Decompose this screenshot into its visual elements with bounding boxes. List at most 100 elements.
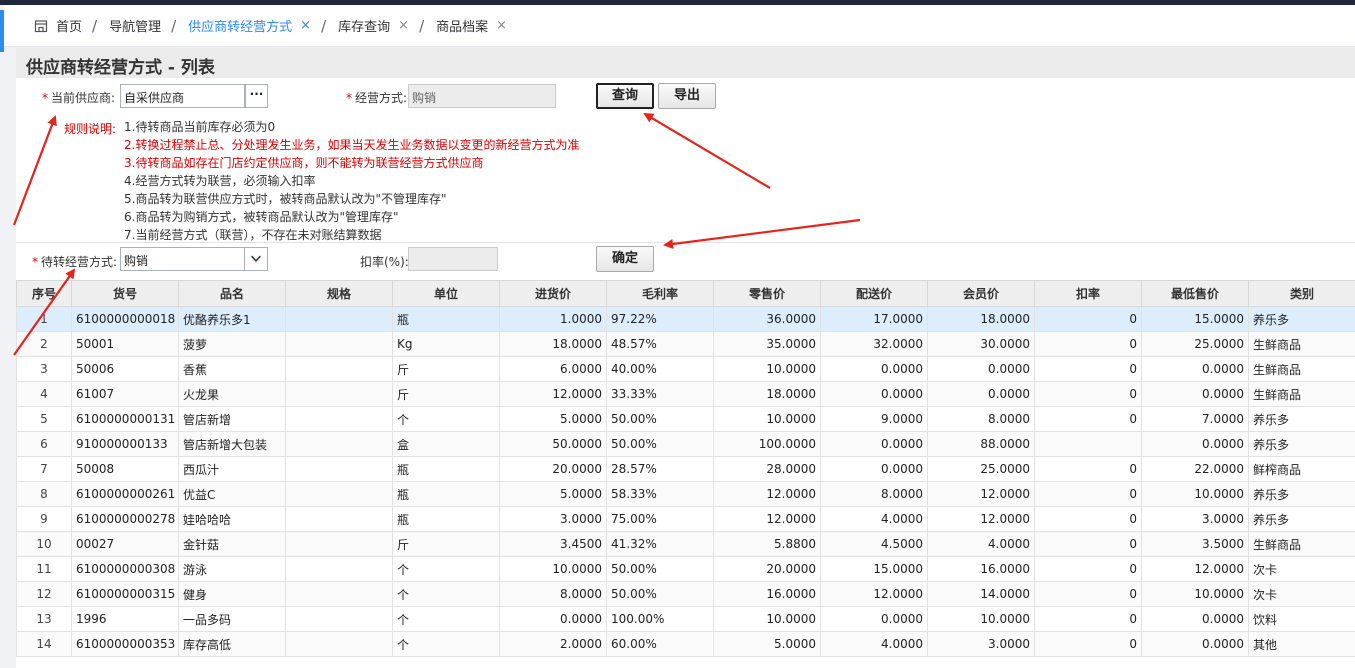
column-header-retail[interactable]: 零售价 (713, 280, 821, 307)
cell-sku: 6100000000315 (71, 581, 179, 607)
column-header-sku[interactable]: 货号 (71, 280, 179, 307)
close-icon[interactable]: × (398, 18, 409, 33)
column-header-category[interactable]: 类别 (1248, 280, 1355, 307)
chevron-down-icon[interactable] (244, 247, 267, 271)
cell-index: 1 (16, 306, 72, 332)
table-row[interactable]: 8 6100000000261 优益C 瓶 5.0000 58.33% 12.0000 8.0… (16, 481, 1355, 507)
cell-sku: 1996 (71, 606, 179, 632)
table-row[interactable]: 1 6100000000018 优酪养乐多1 瓶 1.0000 97.22% 36.0000… (16, 306, 1355, 332)
cell-category: 次卡 (1248, 556, 1355, 582)
confirm-button[interactable]: 确定 (596, 246, 654, 272)
column-header-index[interactable]: 序号 (16, 280, 72, 307)
cell-index: 8 (16, 481, 72, 507)
required-mark: * (42, 91, 48, 105)
cell-delivery: 9.0000 (820, 406, 928, 432)
cell-name: 库存高低 (178, 631, 286, 657)
table-row[interactable]: 11 6100000000308 游泳 个 10.0000 50.00% 20.0000 15… (16, 556, 1355, 582)
cell-member: 4.0000 (927, 531, 1035, 557)
cell-margin: 28.57% (606, 456, 714, 482)
target-mode-label-wrap: * 待转经营方式: (32, 253, 117, 270)
column-header-cost[interactable]: 进货价 (499, 280, 607, 307)
tab-product-archive[interactable]: 商品档案 × (436, 16, 507, 35)
supplier-input[interactable]: 自采供应商 (120, 84, 245, 108)
cell-sku: 6100000000308 (71, 556, 179, 582)
cell-rate: 0 (1034, 456, 1142, 482)
column-header-member[interactable]: 会员价 (927, 280, 1035, 307)
cell-sku: 6100000000278 (71, 506, 179, 532)
rule-item: 2.转换过程禁止总、分处理发生业务，如果当天发生业务数据以变更的新经营方式为准 (124, 138, 580, 152)
tab-nav-management[interactable]: 导航管理 (109, 16, 161, 35)
ellipsis-icon[interactable]: ··· (245, 84, 268, 108)
tab-inventory-label: 库存查询 (338, 20, 391, 35)
breadcrumb-tabs: 首页 / 导航管理 / 供应商转经营方式 × / 库存查询 × / 商品档案 × (4, 5, 1355, 47)
cell-category: 养乐多 (1248, 506, 1355, 532)
column-header-unit[interactable]: 单位 (392, 280, 500, 307)
table-row[interactable]: 13 1996 一品多码个 0.0000 100.00% 10.0000 0.0000 10.… (16, 606, 1355, 632)
cell-retail: 18.0000 (713, 381, 821, 407)
column-header-min-price[interactable]: 最低售价 (1141, 280, 1249, 307)
cell-name: 香蕉 (178, 356, 286, 382)
column-header-rate[interactable]: 扣率 (1034, 280, 1142, 307)
cell-margin: 33.33% (606, 381, 714, 407)
supplier-label: 当前供应商: (51, 91, 116, 105)
close-icon[interactable]: × (300, 18, 311, 33)
cell-cost: 5.0000 (499, 481, 607, 507)
cell-category: 养乐多 (1248, 481, 1355, 507)
column-header-delivery[interactable]: 配送价 (820, 280, 928, 307)
target-mode-select[interactable]: 购销 (120, 247, 268, 271)
close-icon[interactable]: × (496, 18, 507, 33)
cell-retail: 10.0000 (713, 606, 821, 632)
table-row[interactable]: 3 50006 香蕉斤 6.0000 40.00% 10.0000 0.0000 0.0000… (16, 356, 1355, 382)
cell-name: 火龙果 (178, 381, 286, 407)
table-row[interactable]: 14 6100000000353 库存高低 个 2.0000 60.00% 5.0000 4.… (16, 631, 1355, 657)
cell-sku: 6100000000131 (71, 406, 179, 432)
table-row[interactable]: 12 6100000000315 健身 个 8.0000 50.00% 16.0000 12.… (16, 581, 1355, 607)
cell-member: 12.0000 (927, 506, 1035, 532)
table-row[interactable]: 5 6100000000131 管店新增 个 5.0000 50.00% 10.0000 9.… (16, 406, 1355, 432)
cell-spec (285, 531, 393, 557)
cell-retail: 36.0000 (713, 306, 821, 332)
cell-category: 其他 (1248, 631, 1355, 657)
cell-sku: 61007 (71, 381, 179, 407)
cell-delivery: 0.0000 (820, 456, 928, 482)
cell-cost: 10.0000 (499, 556, 607, 582)
cell-delivery: 12.0000 (820, 581, 928, 607)
table-row[interactable]: 6 910000000133 管店新增大包装 盒 50.0000 50.00% 100.00… (16, 431, 1355, 457)
cell-min-price: 7.0000 (1141, 406, 1249, 432)
tab-products-label: 商品档案 (436, 20, 489, 35)
cell-sku: 00027 (71, 531, 179, 557)
table-row[interactable]: 7 50008 西瓜汁 瓶 20.0000 28.57% 28.0000 0.0000 25.0… (16, 456, 1355, 482)
export-button[interactable]: 导出 (658, 83, 716, 109)
breadcrumb-separator: / (321, 16, 327, 35)
tab-inventory-query[interactable]: 库存查询 × (338, 16, 409, 35)
query-button[interactable]: 查询 (596, 83, 654, 109)
table-row[interactable]: 10 00027 金针菇 斤 3.4500 41.32% 5.8800 4.5000 4.000… (16, 531, 1355, 557)
rate-input (408, 247, 498, 271)
cell-retail: 5.0000 (713, 631, 821, 657)
table-row[interactable]: 4 61007 火龙果斤 12.0000 33.33% 18.0000 0.0000 0.00… (16, 381, 1355, 407)
tab-supplier-mode[interactable]: 供应商转经营方式 × (188, 16, 311, 35)
table-row[interactable]: 9 6100000000278 娃哈哈哈瓶 3.0000 75.00% 12.0000 4.… (16, 506, 1355, 532)
tab-home[interactable]: 首页 (34, 16, 82, 35)
column-header-spec[interactable]: 规格 (285, 280, 393, 307)
table-row[interactable]: 2 50001 菠萝 Kg 18.0000 48.57% 35.0000 32.0000 30.… (16, 331, 1355, 357)
cell-spec (285, 631, 393, 657)
breadcrumb-separator: / (171, 16, 177, 35)
rule-item: 6.商品转为购销方式，被转商品默认改为"管理库存" (124, 210, 399, 224)
rules-label: 规则说明: (64, 122, 117, 136)
column-header-margin[interactable]: 毛利率 (606, 280, 714, 307)
cell-min-price: 0.0000 (1141, 381, 1249, 407)
cell-member: 88.0000 (927, 431, 1035, 457)
cell-member: 25.0000 (927, 456, 1035, 482)
table-header-row: 序号 货号 品名 规格 单位 进货价 毛利率 零售价 配送价 会员价 扣率 最低售价 类别 (16, 280, 1355, 307)
rule-item: 5.商品转为联营供应方式时，被转商品默认改为"不管理库存" (124, 192, 447, 206)
cell-rate: 0 (1034, 406, 1142, 432)
cell-spec (285, 506, 393, 532)
cell-category: 生鲜商品 (1248, 531, 1355, 557)
cell-name: 西瓜汁 (178, 456, 286, 482)
cell-member: 3.0000 (927, 631, 1035, 657)
column-header-name[interactable]: 品名 (178, 280, 286, 307)
cell-rate: 0 (1034, 331, 1142, 357)
cell-delivery: 17.0000 (820, 306, 928, 332)
cell-name: 优酪养乐多1 (178, 306, 286, 332)
